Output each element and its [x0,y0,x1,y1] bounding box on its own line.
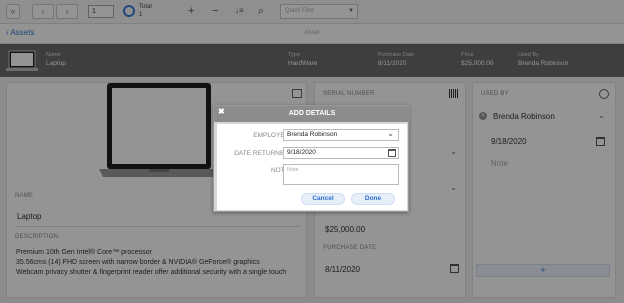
employee-select-value: Brenda Robinson [287,131,338,138]
date-returned-field[interactable]: 9/18/2020 [283,147,399,159]
chevron-down-icon[interactable]: ⌄ [387,129,394,139]
dialog-header: ✖ ADD DETAILS [214,106,410,122]
dialog-title: ADD DETAILS [288,110,336,117]
date-returned-label: DATE RETURNED [234,150,289,157]
date-returned-value: 9/18/2020 [287,149,316,156]
add-details-dialog: ✖ ADD DETAILS EMPLOYEE Brenda Robinson ⌄… [213,105,410,212]
employee-select[interactable]: Brenda Robinson ⌄ [283,129,399,141]
calendar-icon[interactable] [388,149,396,157]
done-button[interactable]: Done [351,193,395,205]
dialog-body: EMPLOYEE Brenda Robinson ⌄ DATE RETURNED… [217,124,407,210]
cancel-button[interactable]: Cancel [301,193,345,205]
note-textarea[interactable]: Note [283,164,399,185]
